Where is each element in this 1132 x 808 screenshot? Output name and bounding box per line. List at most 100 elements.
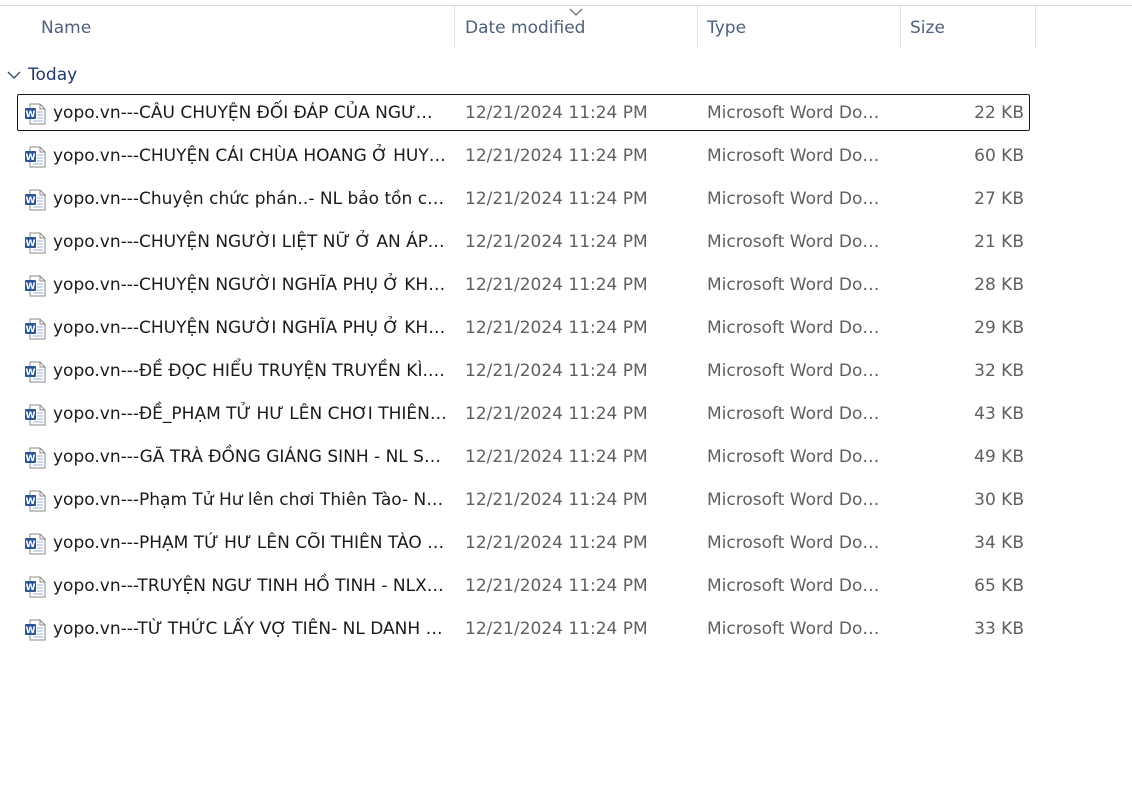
svg-text:W: W — [26, 454, 36, 464]
file-date-modified: 12/21/2024 11:24 PM — [465, 318, 648, 338]
file-type: Microsoft Word Doc... — [707, 189, 887, 209]
file-size: 27 KB — [974, 189, 1024, 209]
word-doc-icon: W — [25, 103, 46, 125]
table-row[interactable]: Wyopo.vn---TỪ THỨC LẤY VỢ TIÊN- NL DANH … — [17, 610, 1030, 647]
file-name: yopo.vn---Phạm Tử Hư lên chơi Thiên Tào-… — [53, 490, 447, 510]
column-header-type[interactable]: Type — [707, 6, 746, 48]
file-size: 60 KB — [974, 146, 1024, 166]
file-type: Microsoft Word Doc... — [707, 576, 887, 596]
svg-text:W: W — [26, 153, 36, 163]
table-row[interactable]: Wyopo.vn---CHUYỆN NGƯỜI NGHĨA PHỤ Ở KHO.… — [17, 266, 1030, 303]
table-row[interactable]: Wyopo.vn---TRUYỆN NGƯ TINH HỒ TINH - NLX… — [17, 567, 1030, 604]
file-type: Microsoft Word Doc... — [707, 103, 887, 123]
svg-text:W: W — [26, 196, 36, 206]
file-date-modified: 12/21/2024 11:24 PM — [465, 404, 648, 424]
file-name: yopo.vn---ĐỀ_PHẠM TỬ HƯ LÊN CHƠI THIÊN T… — [53, 404, 447, 424]
file-size: 34 KB — [974, 533, 1024, 553]
file-type: Microsoft Word Doc... — [707, 232, 887, 252]
word-doc-icon: W — [25, 490, 46, 512]
column-resize-handle-size[interactable] — [1035, 6, 1036, 48]
word-doc-icon: W — [25, 189, 46, 211]
file-name: yopo.vn---Chuyện chức phán..- NL bảo tồn… — [53, 189, 447, 209]
file-date-modified: 12/21/2024 11:24 PM — [465, 103, 648, 123]
file-date-modified: 12/21/2024 11:24 PM — [465, 533, 648, 553]
file-name: yopo.vn---ĐỀ ĐỌC HIỂU TRUYỆN TRUYỀN KÌ.d… — [53, 361, 447, 381]
file-name: yopo.vn---CHUYỆN CÁI CHÙA HOANG Ở HUYỆ..… — [53, 146, 447, 166]
file-type: Microsoft Word Doc... — [707, 361, 887, 381]
svg-text:W: W — [26, 540, 36, 550]
word-doc-icon: W — [25, 232, 46, 254]
svg-text:W: W — [26, 626, 36, 636]
file-type: Microsoft Word Doc... — [707, 146, 887, 166]
file-type: Microsoft Word Doc... — [707, 490, 887, 510]
word-doc-icon: W — [25, 533, 46, 555]
file-name: yopo.vn---CHUYỆN NGƯỜI LIỆT NỮ Ở AN ÁP-.… — [53, 232, 447, 252]
svg-text:W: W — [26, 411, 36, 421]
file-name: yopo.vn---CHUYỆN NGƯỜI NGHĨA PHỤ Ở KHO..… — [53, 318, 447, 338]
table-row[interactable]: Wyopo.vn---CHUYỆN NGƯỜI NGHĨA PHỤ Ở KHO.… — [17, 309, 1030, 346]
file-name: yopo.vn---PHẠM TỨ HƯ LÊN CÕI THIÊN TÀO -… — [53, 533, 447, 553]
table-row[interactable]: Wyopo.vn---Chuyện chức phán..- NL bảo tồ… — [17, 180, 1030, 217]
column-header-name[interactable]: Name — [41, 6, 91, 48]
table-row[interactable]: Wyopo.vn---CÂU CHUYỆN ĐỐI ĐÁP CỦA NGƯỜI … — [17, 94, 1030, 131]
file-size: 33 KB — [974, 619, 1024, 639]
word-doc-icon: W — [25, 146, 46, 168]
column-header-row: Name Date modified Type Size — [0, 6, 1036, 48]
file-date-modified: 12/21/2024 11:24 PM — [465, 619, 648, 639]
word-doc-icon: W — [25, 318, 46, 340]
column-header-size[interactable]: Size — [910, 6, 945, 48]
file-type: Microsoft Word Doc... — [707, 404, 887, 424]
svg-text:W: W — [26, 282, 36, 292]
column-header-date-modified[interactable]: Date modified — [465, 6, 585, 48]
file-date-modified: 12/21/2024 11:24 PM — [465, 275, 648, 295]
file-name: yopo.vn---TỪ THỨC LẤY VỢ TIÊN- NL DANH L… — [53, 619, 447, 639]
word-doc-icon: W — [25, 404, 46, 426]
file-size: 49 KB — [974, 447, 1024, 467]
group-header-today[interactable]: Today — [6, 62, 77, 88]
group-label: Today — [28, 65, 78, 85]
file-name: yopo.vn---CHUYỆN NGƯỜI NGHĨA PHỤ Ở KHO..… — [53, 275, 447, 295]
file-type: Microsoft Word Doc... — [707, 275, 887, 295]
svg-text:W: W — [26, 239, 36, 249]
column-resize-handle-type[interactable] — [900, 6, 901, 48]
file-type: Microsoft Word Doc... — [707, 318, 887, 338]
svg-text:W: W — [26, 110, 36, 120]
file-size: 28 KB — [974, 275, 1024, 295]
table-row[interactable]: Wyopo.vn---Phạm Tử Hư lên chơi Thiên Tào… — [17, 481, 1030, 518]
table-row[interactable]: Wyopo.vn---ĐỀ ĐỌC HIỂU TRUYỆN TRUYỀN KÌ.… — [17, 352, 1030, 389]
file-name: yopo.vn---TRUYỆN NGƯ TINH HỒ TINH - NLXH… — [53, 576, 447, 596]
svg-text:W: W — [26, 325, 36, 335]
file-date-modified: 12/21/2024 11:24 PM — [465, 576, 648, 596]
table-row[interactable]: Wyopo.vn---CHUYỆN CÁI CHÙA HOANG Ở HUYỆ.… — [17, 137, 1030, 174]
word-doc-icon: W — [25, 275, 46, 297]
table-row[interactable]: Wyopo.vn---CHUYỆN NGƯỜI LIỆT NỮ Ở AN ÁP-… — [17, 223, 1030, 260]
file-type: Microsoft Word Doc... — [707, 447, 887, 467]
file-date-modified: 12/21/2024 11:24 PM — [465, 361, 648, 381]
file-size: 32 KB — [974, 361, 1024, 381]
svg-text:W: W — [26, 368, 36, 378]
file-size: 30 KB — [974, 490, 1024, 510]
file-date-modified: 12/21/2024 11:24 PM — [465, 232, 648, 252]
column-resize-handle-date[interactable] — [697, 6, 698, 48]
file-size: 65 KB — [974, 576, 1024, 596]
table-row[interactable]: Wyopo.vn---PHẠM TỨ HƯ LÊN CÕI THIÊN TÀO … — [17, 524, 1030, 561]
file-date-modified: 12/21/2024 11:24 PM — [465, 447, 648, 467]
table-row[interactable]: Wyopo.vn---ĐỀ_PHẠM TỬ HƯ LÊN CHƠI THIÊN … — [17, 395, 1030, 432]
file-name: yopo.vn---GÃ TRÀ ĐỒNG GIÁNG SINH - NL SỐ… — [53, 447, 447, 467]
word-doc-icon: W — [25, 619, 46, 641]
word-doc-icon: W — [25, 576, 46, 598]
file-type: Microsoft Word Doc... — [707, 619, 887, 639]
svg-text:W: W — [26, 583, 36, 593]
file-size: 21 KB — [974, 232, 1024, 252]
column-resize-handle-name[interactable] — [454, 6, 455, 48]
word-doc-icon: W — [25, 361, 46, 383]
file-type: Microsoft Word Doc... — [707, 533, 887, 553]
chevron-down-icon[interactable] — [6, 67, 22, 83]
svg-text:W: W — [26, 497, 36, 507]
file-size: 29 KB — [974, 318, 1024, 338]
file-size: 43 KB — [974, 404, 1024, 424]
file-date-modified: 12/21/2024 11:24 PM — [465, 146, 648, 166]
file-date-modified: 12/21/2024 11:24 PM — [465, 189, 648, 209]
table-row[interactable]: Wyopo.vn---GÃ TRÀ ĐỒNG GIÁNG SINH - NL S… — [17, 438, 1030, 475]
file-name: yopo.vn---CÂU CHUYỆN ĐỐI ĐÁP CỦA NGƯỜI .… — [53, 103, 447, 123]
